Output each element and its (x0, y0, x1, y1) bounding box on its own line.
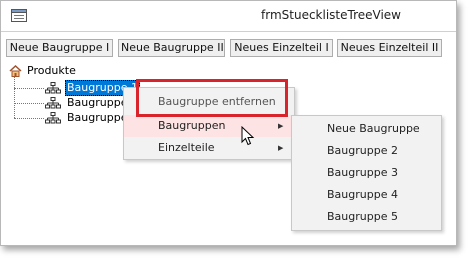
submenu-item-assembly-3[interactable]: Baugruppe 3 (292, 162, 441, 184)
menu-item-label: Einzelteile (158, 141, 215, 154)
menu-item-parts[interactable]: Einzelteile ▶ (124, 137, 294, 159)
hierarchy-icon (45, 112, 61, 124)
submenu-item-assembly-2[interactable]: Baugruppe 2 (292, 140, 441, 162)
new-assembly-1-button[interactable]: Neue Baugruppe I (6, 39, 113, 57)
menu-item-assemblies[interactable]: Baugruppen ▶ (124, 115, 294, 137)
tree-connector (14, 88, 44, 89)
submenu-item-assembly-4[interactable]: Baugruppe 4 (292, 184, 441, 206)
mouse-cursor-icon (241, 126, 255, 146)
home-icon (9, 65, 22, 77)
hierarchy-icon (45, 82, 61, 94)
submenu-item-label: Baugruppe 3 (327, 166, 398, 179)
submenu: Neue Baugruppe Baugruppe 2 Baugruppe 3 B… (291, 115, 442, 231)
tree-connector (14, 77, 15, 118)
form-icon (11, 9, 27, 22)
menu-item-label: Baugruppen (158, 119, 226, 132)
form-window: frmStuecklisteTreeView Neue Baugruppe I … (0, 0, 457, 246)
submenu-item-label: Baugruppe 4 (327, 188, 398, 201)
tree-connector (14, 118, 44, 119)
menu-item-label: Baugruppe entfernen (158, 95, 276, 108)
submenu-item-new-assembly[interactable]: Neue Baugruppe (292, 118, 441, 140)
context-menu: Baugruppe entfernen Baugruppen ▶ Einzelt… (123, 87, 295, 160)
submenu-item-label: Baugruppe 5 (327, 210, 398, 223)
submenu-arrow-icon: ▶ (278, 122, 284, 130)
submenu-item-label: Baugruppe 2 (327, 144, 398, 157)
new-part-1-button[interactable]: Neues Einzelteil I (230, 39, 333, 57)
submenu-item-assembly-5[interactable]: Baugruppe 5 (292, 206, 441, 228)
new-part-2-button[interactable]: Neues Einzelteil II (337, 39, 442, 57)
menu-item-remove-assembly[interactable]: Baugruppe entfernen (124, 91, 294, 113)
submenu-item-label: Neue Baugruppe (327, 122, 420, 135)
tree-connector (14, 103, 44, 104)
submenu-arrow-icon: ▶ (278, 144, 284, 152)
window-title: frmStuecklisteTreeView (261, 8, 401, 22)
tree-node-label: Produkte (27, 64, 76, 77)
new-assembly-2-button[interactable]: Neue Baugruppe II (118, 39, 225, 57)
title-bar: frmStuecklisteTreeView (1, 1, 456, 32)
hierarchy-icon (45, 97, 61, 109)
